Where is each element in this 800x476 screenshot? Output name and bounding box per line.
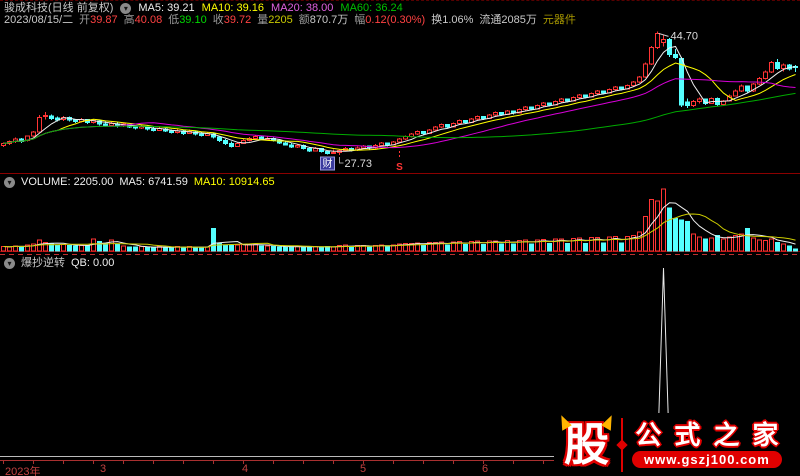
logo-divider [616, 417, 628, 472]
ma10-value: MA10: 39.16 [201, 2, 265, 14]
month-label: 4 [242, 463, 249, 475]
volume-ma5: MA5: 6741.59 [119, 176, 188, 188]
chevron-down-icon[interactable]: ▾ [4, 177, 15, 188]
quote-date: 2023/08/15/二 [4, 14, 74, 26]
ma60-value: MA60: 36.24 [340, 2, 403, 14]
ma60-line [3, 92, 796, 144]
logo-url[interactable]: www.gszj100.com [632, 450, 782, 468]
finance-badge: 财 [323, 157, 333, 170]
stock-title: 骏成科技(日线 前复权) [4, 2, 114, 14]
quote-turnover: 换1.06% [431, 14, 474, 26]
indicator-name[interactable]: 爆抄逆转 [21, 258, 65, 269]
ma5-line [3, 45, 796, 152]
ma5-value: MA5: 39.21 [138, 2, 195, 14]
quote-open: 开39.87 [79, 14, 118, 26]
ma10-line [3, 62, 796, 151]
quote-sector[interactable]: 元器件 [543, 15, 576, 26]
tdx-chart-window: 44.70 27.73 财 S 骏成科技(日线 前复权) ▾ MA5: 39.21 M… [0, 0, 800, 476]
chevron-down-icon[interactable]: ▾ [4, 258, 15, 269]
logo-bull-glyph: 股 [555, 413, 618, 467]
month-label: 5 [360, 463, 367, 475]
ma-lines [3, 45, 796, 152]
quote-close: 收39.72 [212, 14, 252, 26]
quote-range: 幅0.12(0.30%) [354, 14, 426, 26]
chart-annotations: 44.70 27.73 财 S [320, 30, 699, 173]
high-price-label: 44.70 [671, 30, 699, 42]
sell-signal-label: S [396, 162, 403, 173]
low-price-label: 27.73 [345, 158, 373, 170]
quote-float: 流通2085万 [479, 14, 537, 26]
ma20-value: MA20: 38.00 [271, 2, 334, 14]
indicator-pane-header: ▾ 爆抄逆转 QB: 0.00 [4, 258, 114, 269]
quote-high: 高40.08 [123, 14, 163, 26]
logo-title: 公式之家 [635, 419, 792, 450]
chevron-down-icon[interactable]: ▾ [120, 3, 132, 14]
axis-year-label: 2023年 [5, 466, 41, 476]
volume-pane-header: ▾ VOLUME: 2205.00 MA5: 6741.59 MA10: 109… [4, 177, 275, 188]
ma20-line [3, 78, 796, 149]
month-label: 3 [100, 463, 107, 475]
volume-ma10: MA10: 10914.65 [193, 176, 275, 188]
main-chart-header: 骏成科技(日线 前复权) ▾ MA5: 39.21 MA10: 39.16 MA… [4, 3, 403, 14]
indicator-value: QB: 0.00 [71, 257, 115, 269]
volume-bars [1, 188, 798, 252]
quote-line: 2023/08/15/二 开39.87 高40.08 低39.10 收39.72… [4, 15, 576, 26]
quote-low: 低39.10 [168, 14, 207, 26]
volume-value: VOLUME: 2205.00 [21, 176, 114, 188]
month-label: 6 [482, 463, 489, 475]
diamond-icon [616, 438, 628, 451]
quote-amount: 额870.7万 [298, 14, 349, 26]
chart-canvas[interactable]: 44.70 27.73 财 S [0, 1, 800, 476]
quote-volume: 量2205 [257, 14, 293, 26]
site-logo: 股 公式之家 www.gszj100.com [554, 413, 800, 476]
